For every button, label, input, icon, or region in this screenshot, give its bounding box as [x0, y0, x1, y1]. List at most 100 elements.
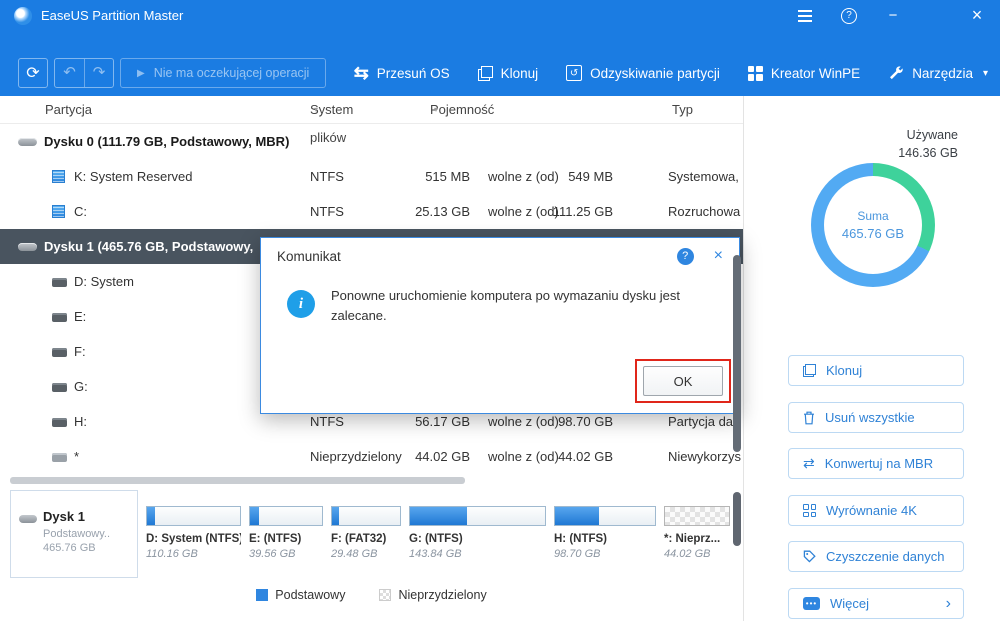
primary-swatch-icon — [256, 589, 268, 601]
convert-icon: ⇄ — [803, 457, 815, 470]
bar-size: 143.84 GB — [409, 548, 546, 560]
partition-recovery-button[interactable]: ↺ Odzyskiwanie partycji — [566, 65, 720, 81]
free-value-cell: 549 MB — [540, 159, 613, 194]
refresh-button[interactable]: ⟳ — [18, 58, 48, 88]
disk-map-info[interactable]: Dysk 1 Podstawowy.. 465.76 GB — [10, 490, 138, 578]
winpe-creator-label: Kreator WinPE — [771, 66, 860, 81]
table-row-c[interactable]: C: NTFS 25.13 GB wolne z (od) 111.25 GB … — [0, 194, 743, 229]
partition-bar[interactable] — [409, 506, 546, 526]
button-label: Usuń wszystkie — [825, 410, 915, 425]
partition-bar[interactable] — [146, 506, 241, 526]
undo-button[interactable]: ↶ — [55, 59, 84, 87]
clone-button[interactable]: Klonuj — [478, 66, 539, 81]
used-label: Używane — [898, 126, 958, 144]
total-value: 465.76 GB — [842, 226, 904, 241]
bar-label: F: (FAT32) — [331, 533, 401, 545]
disk-label: Dysku 0 (111.79 GB, Podstawowy, MBR) — [44, 124, 289, 159]
pending-operations-button[interactable]: ▶ Nie ma oczekującej operacji — [120, 58, 326, 88]
info-icon: i — [287, 290, 315, 318]
grid-icon — [803, 504, 816, 517]
close-button[interactable]: × — [968, 7, 986, 25]
partition-icon — [52, 205, 65, 218]
unallocated-bar[interactable] — [664, 506, 730, 526]
disk-map-bars: D: System (NTFS) 110.16 GB E: (NTFS) 39.… — [138, 490, 730, 578]
partition-label: F: — [74, 334, 86, 369]
move-os-label: Przesuń OS — [377, 66, 450, 81]
disk-map-type: Podstawowy.. — [43, 528, 137, 540]
used-fill — [250, 507, 259, 525]
capacity-cell: 44.02 GB — [385, 439, 470, 474]
menu-icon[interactable] — [796, 7, 814, 25]
disk-map-name: Dysk 1 — [43, 509, 137, 524]
undo-redo-group: ↶ ↷ — [54, 58, 114, 88]
vertical-scrollbar[interactable] — [733, 255, 741, 452]
partition-bar-h[interactable]: H: (NTFS) 98.70 GB — [554, 490, 656, 578]
chevron-right-icon: › — [946, 595, 951, 613]
delete-all-button[interactable]: Usuń wszystkie — [788, 402, 964, 433]
bar-label: G: (NTFS) — [409, 533, 546, 545]
partition-bar[interactable] — [331, 506, 401, 526]
dialog-close-icon[interactable]: × — [714, 248, 723, 264]
partition-bar-unallocated[interactable]: *: Nieprz... 44.02 GB — [664, 490, 730, 578]
partition-bar[interactable] — [249, 506, 323, 526]
table-row-unallocated[interactable]: * Nieprzydzielony 44.02 GB wolne z (od) … — [0, 439, 743, 474]
partition-icon — [52, 348, 67, 357]
bar-label: *: Nieprz... — [664, 533, 730, 545]
dialog-help-icon[interactable]: ? — [677, 248, 694, 265]
partition-label: D: System — [74, 264, 134, 299]
dialog-title: Komunikat — [277, 249, 341, 264]
horizontal-scrollbar[interactable] — [10, 477, 465, 484]
partition-icon — [52, 313, 67, 322]
partition-bar-e[interactable]: E: (NTFS) 39.56 GB — [249, 490, 323, 578]
sort-icon: ▾ — [314, 96, 318, 124]
tools-menu-button[interactable]: Narzędzia ▾ — [888, 65, 988, 81]
move-os-button[interactable]: ⇆ Przesuń OS — [354, 65, 450, 81]
ok-button[interactable]: OK — [643, 366, 723, 396]
used-fill — [332, 507, 339, 525]
winpe-icon — [748, 66, 763, 81]
help-icon[interactable]: ? — [840, 7, 858, 25]
button-label: Konwertuj na MBR — [825, 456, 933, 471]
partition-bar-f[interactable]: F: (FAT32) 29.48 GB — [331, 490, 401, 578]
more-button[interactable]: ••• Więcej › — [788, 588, 964, 619]
partition-bar-d[interactable]: D: System (NTFS) 110.16 GB — [146, 490, 241, 578]
partition-icon — [52, 453, 67, 462]
titlebar: EaseUS Partition Master ? − × — [0, 0, 1000, 31]
table-row-k[interactable]: K: System Reserved NTFS 515 MB wolne z (… — [0, 159, 743, 194]
clone-disk-button[interactable]: Klonuj — [788, 355, 964, 386]
dialog-footer: OK — [635, 359, 731, 403]
partition-recovery-icon: ↺ — [566, 65, 582, 81]
trash-icon — [803, 411, 815, 425]
button-label: Wyrównanie 4K — [826, 503, 917, 518]
disk-map-size: 465.76 GB — [43, 542, 137, 554]
redo-button[interactable]: ↷ — [84, 59, 113, 87]
app-title: EaseUS Partition Master — [41, 8, 183, 23]
disk-usage-donut: Suma 465.76 GB — [811, 163, 935, 287]
alignment-4k-button[interactable]: Wyrównanie 4K — [788, 495, 964, 526]
minimize-button[interactable]: − — [884, 7, 902, 25]
bar-label: H: (NTFS) — [554, 533, 656, 545]
chevron-down-icon: ▾ — [983, 68, 988, 79]
refresh-icon: ⟳ — [26, 63, 39, 83]
partition-label: C: — [74, 194, 87, 229]
partition-bar[interactable] — [554, 506, 656, 526]
table-row-disk0[interactable]: Dysku 0 (111.79 GB, Podstawowy, MBR) — [0, 124, 743, 159]
data-wipe-button[interactable]: Czyszczenie danych — [788, 541, 964, 572]
bar-size: 29.48 GB — [331, 548, 401, 560]
legend-primary: Podstawowy — [256, 588, 345, 602]
annotation-highlight: OK — [635, 359, 731, 403]
bar-size: 44.02 GB — [664, 548, 730, 560]
winpe-creator-button[interactable]: Kreator WinPE — [748, 66, 860, 81]
total-label: Suma — [857, 209, 888, 223]
convert-mbr-button[interactable]: ⇄ Konwertuj na MBR — [788, 448, 964, 479]
button-label: Więcej — [830, 596, 869, 611]
diskmap-vertical-scrollbar[interactable] — [733, 492, 741, 546]
partition-label: H: — [74, 404, 87, 439]
partition-label: E: — [74, 299, 86, 334]
disk-icon — [18, 138, 37, 146]
toolbar: ⟳ ↶ ↷ ▶ Nie ma oczekującej operacji ⇆ Pr… — [0, 31, 1000, 96]
bar-size: 98.70 GB — [554, 548, 656, 560]
partition-bar-g[interactable]: G: (NTFS) 143.84 GB — [409, 490, 546, 578]
dialog-message: Ponowne uruchomienie komputera po wymaza… — [315, 286, 687, 326]
legend: Podstawowy Nieprzydzielony — [0, 588, 743, 602]
